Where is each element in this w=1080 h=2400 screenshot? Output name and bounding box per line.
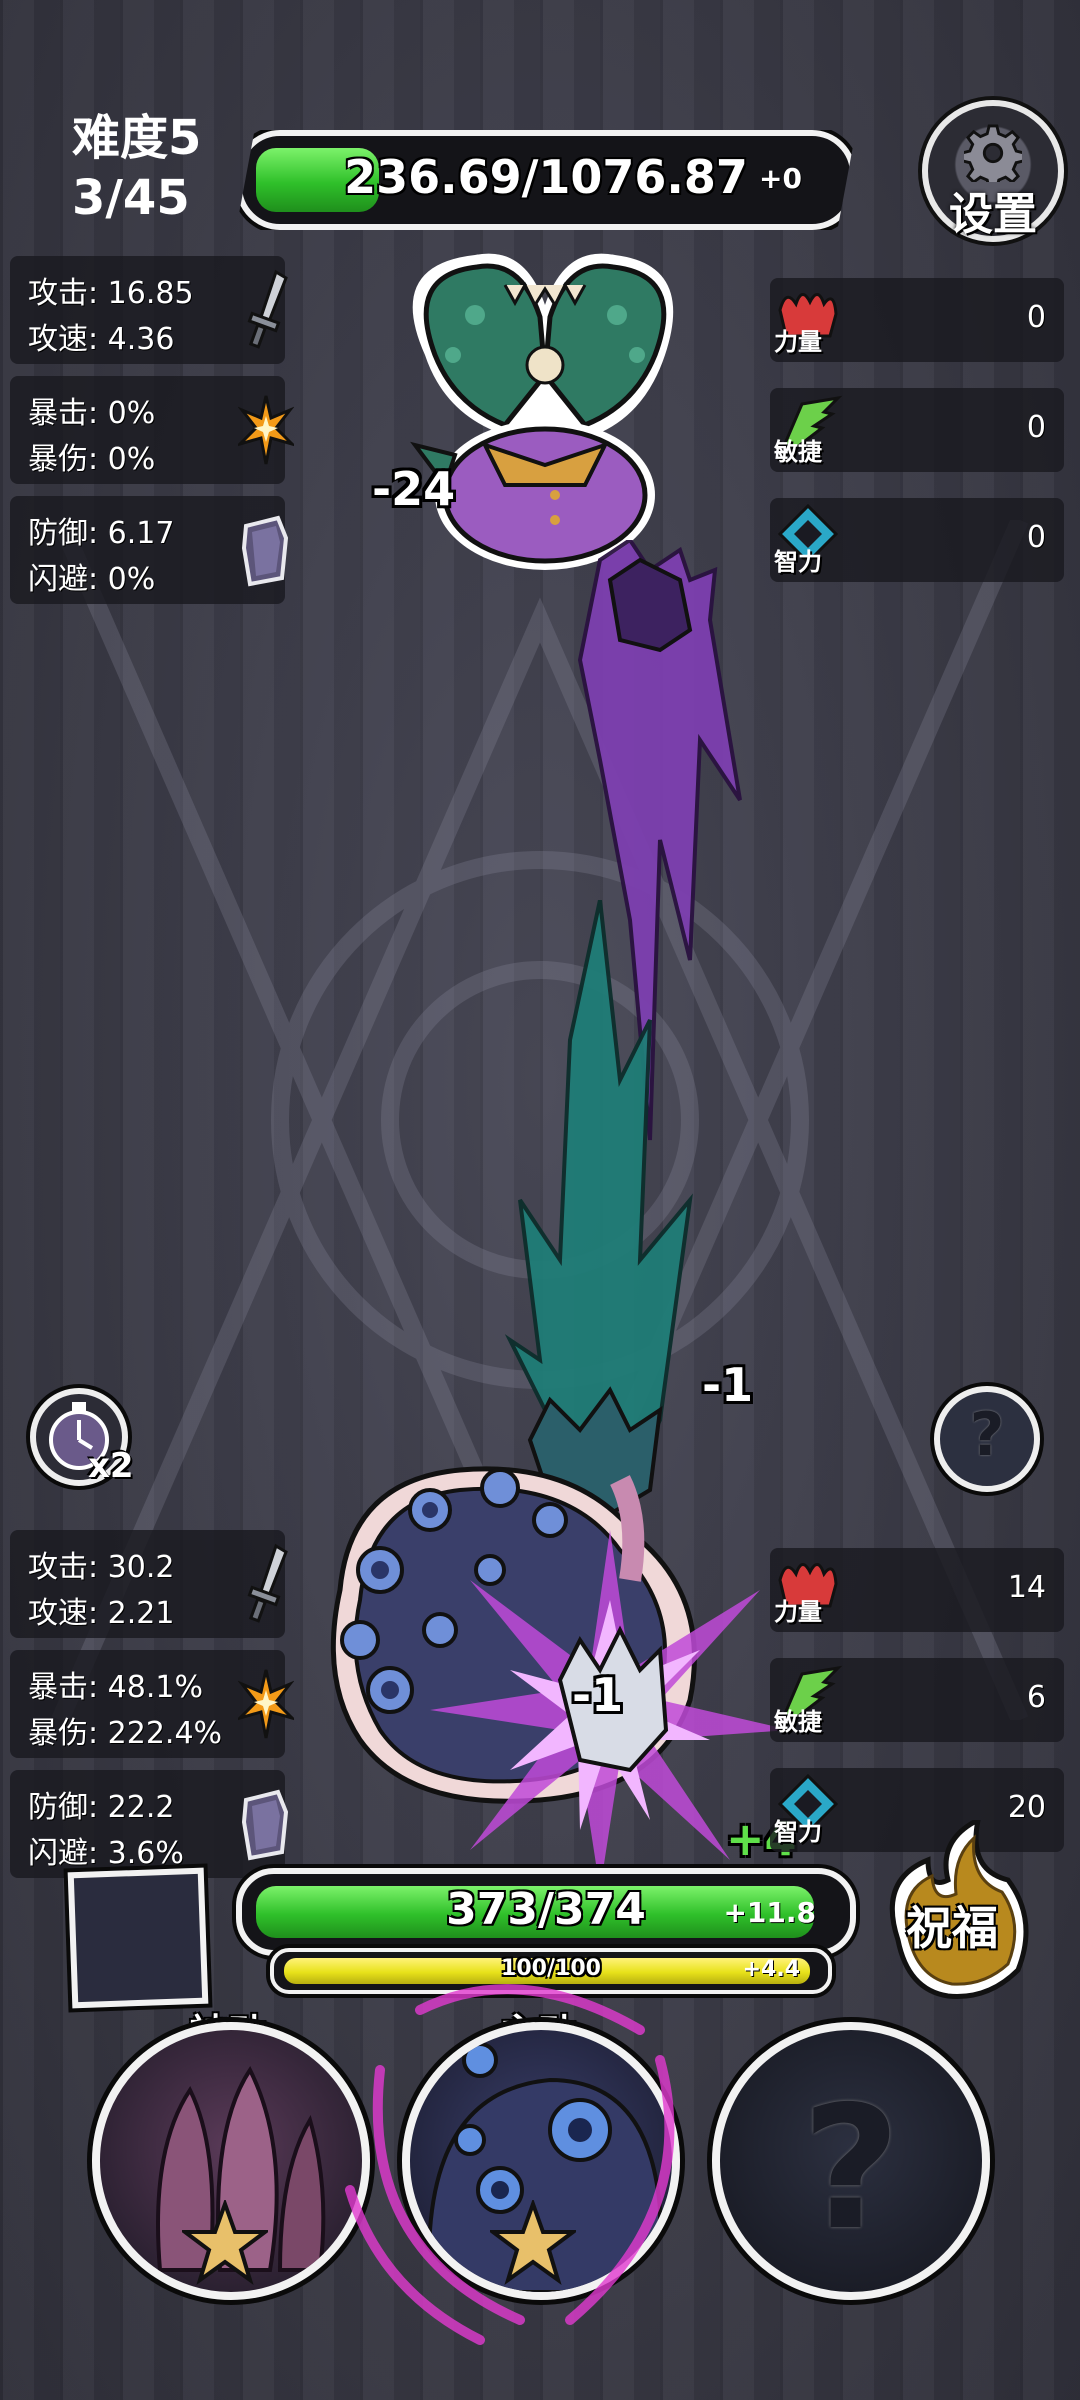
sword-icon xyxy=(247,1543,288,1623)
enemy-attr-agility: 敏捷 0 xyxy=(770,388,1064,472)
attr-name: 敏捷 xyxy=(774,438,822,466)
stat-line: 攻击: 16.85 xyxy=(28,276,194,311)
enemy-attr-strength: 力量 0 xyxy=(770,278,1064,362)
stat-line: 暴击: 48.1% xyxy=(28,1670,203,1705)
player-damage-popup: -1 xyxy=(702,1358,754,1412)
blessing-button[interactable]: 祝福 xyxy=(868,1820,1036,2000)
help-button[interactable]: ? xyxy=(934,1386,1040,1492)
player-attr-strength: 力量 14 xyxy=(770,1548,1064,1632)
stat-line: 暴伤: 222.4% xyxy=(28,1716,223,1751)
wave-counter: 3/45 xyxy=(72,170,190,226)
player-damage-popup: -1 xyxy=(572,1668,624,1722)
stat-line: 防御: 22.2 xyxy=(28,1790,175,1825)
settings-button[interactable]: 设置 xyxy=(922,100,1064,242)
settings-label: 设置 xyxy=(949,189,1037,240)
magenta-swirl-effect xyxy=(345,1984,675,2345)
enemy-stat-crit: 暴击: 0% 暴伤: 0% xyxy=(10,376,294,484)
stat-line: 攻击: 30.2 xyxy=(28,1550,175,1585)
speed-toggle-button[interactable]: x2 xyxy=(30,1388,134,1486)
difficulty-label: 难度5 xyxy=(72,110,202,166)
crit-burst-icon xyxy=(238,395,294,465)
player-stat-crit: 暴击: 48.1% 暴伤: 222.4% xyxy=(10,1650,294,1758)
attr-name: 智力 xyxy=(774,548,822,576)
player-stat-attack: 攻击: 30.2 攻速: 2.21 xyxy=(10,1530,288,1638)
speed-label: x2 xyxy=(88,1446,134,1486)
blessing-label: 祝福 xyxy=(906,1901,998,1955)
stat-line: 攻速: 2.21 xyxy=(28,1596,175,1631)
enemy-hp-bar: 236.69/1076.87 +0 xyxy=(236,130,856,230)
stat-line: 闪避: 0% xyxy=(28,562,156,597)
enemy-hp-regen: +0 xyxy=(759,162,802,195)
gear-icon xyxy=(964,124,1022,182)
enemy-damage-popup: -24 xyxy=(372,462,456,516)
locked-skill-slot[interactable]: ? xyxy=(712,2022,990,2300)
stat-line: 暴击: 0% xyxy=(28,396,156,431)
attr-value: 0 xyxy=(1026,300,1046,335)
crit-burst-icon xyxy=(238,1669,294,1739)
attr-value: 14 xyxy=(1007,1570,1046,1605)
item-slot[interactable] xyxy=(67,1867,209,2009)
stat-line: 闪避: 3.6% xyxy=(28,1836,184,1871)
player-mp-regen: +4.4 xyxy=(742,1957,800,1982)
attr-name: 力量 xyxy=(774,1598,822,1626)
attr-name: 智力 xyxy=(774,1818,822,1846)
shield-icon xyxy=(241,1789,289,1861)
shield-icon xyxy=(241,515,289,587)
enemy-stat-attack: 攻击: 16.85 攻速: 4.36 xyxy=(10,256,288,364)
stat-line: 攻速: 4.36 xyxy=(28,322,175,357)
player-stat-defense: 防御: 22.2 闪避: 3.6% xyxy=(10,1770,289,1878)
question-icon: ? xyxy=(969,1400,1005,1470)
attr-name: 敏捷 xyxy=(774,1708,822,1736)
player-attr-agility: 敏捷 6 xyxy=(770,1658,1064,1742)
sword-icon xyxy=(247,269,288,349)
attr-name: 力量 xyxy=(774,328,822,356)
player-hp-regen: +11.8 xyxy=(723,1896,816,1929)
question-icon: ? xyxy=(801,2070,901,2268)
attr-value: 0 xyxy=(1026,410,1046,445)
attr-value: 6 xyxy=(1026,1680,1046,1715)
enemy-stat-defense: 防御: 6.17 闪避: 0% xyxy=(10,496,289,604)
passive-star-icon xyxy=(182,2200,268,2286)
stat-line: 暴伤: 0% xyxy=(28,442,156,477)
player-hp-bar: 373/374 +11.8 xyxy=(236,1868,856,1956)
enemy-attr-intellect: 智力 0 xyxy=(770,498,1064,582)
attr-value: 0 xyxy=(1026,520,1046,555)
difficulty-info: 难度5 3/45 xyxy=(72,108,201,228)
stat-line: 防御: 6.17 xyxy=(28,516,175,551)
